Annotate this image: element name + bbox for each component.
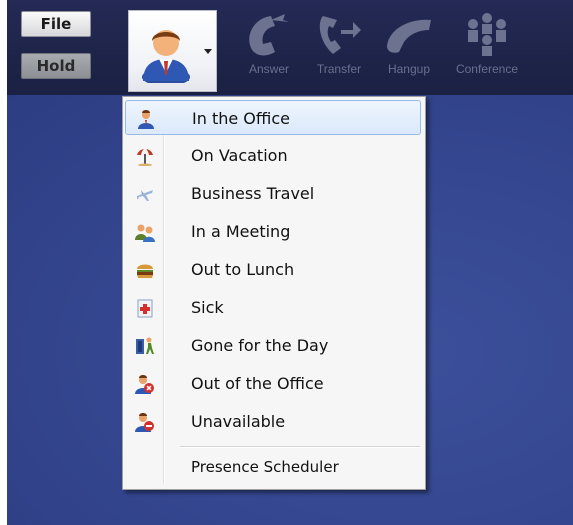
first-aid-icon <box>137 299 153 318</box>
presence-dropdown-menu: In the Office On Vacation Business Trave… <box>122 96 426 490</box>
menu-item-unavailable[interactable]: Unavailable <box>125 404 421 439</box>
menu-item-presence-scheduler[interactable]: Presence Scheduler <box>125 450 421 485</box>
menu-item-label: Out to Lunch <box>191 260 295 279</box>
phone-hangup-icon <box>387 19 431 53</box>
answer-label: Answer <box>248 62 289 76</box>
conference-icon <box>468 13 506 56</box>
presence-status-button[interactable] <box>128 10 217 92</box>
file-button[interactable]: File <box>21 11 91 37</box>
menu-item-out-of-the-office[interactable]: Out of the Office <box>125 366 421 401</box>
person-out-icon <box>135 375 154 394</box>
menu-item-on-vacation[interactable]: On Vacation <box>125 138 421 173</box>
beach-umbrella-icon <box>137 148 153 166</box>
menu-item-business-travel[interactable]: Business Travel <box>125 176 421 211</box>
airplane-icon <box>137 190 153 201</box>
transfer-label: Transfer <box>316 62 362 76</box>
user-icon <box>142 30 190 83</box>
menu-item-sick[interactable]: Sick <box>125 290 421 325</box>
phone-transfer-icon <box>319 16 361 54</box>
menu-item-label: In the Office <box>192 109 290 128</box>
answer-button[interactable]: Answer <box>239 8 299 88</box>
conference-button[interactable]: Conference <box>447 8 527 88</box>
menu-item-label: Business Travel <box>191 184 315 203</box>
hold-button[interactable]: Hold <box>21 53 91 79</box>
transfer-button[interactable]: Transfer <box>309 8 369 88</box>
walking-out-icon <box>136 337 154 354</box>
menu-item-out-to-lunch[interactable]: Out to Lunch <box>125 252 421 287</box>
menu-item-label: Sick <box>191 298 224 317</box>
menu-item-label: Gone for the Day <box>191 336 329 355</box>
burger-icon <box>137 264 153 278</box>
person-in-office-icon <box>138 110 154 129</box>
conference-label: Conference <box>455 62 519 76</box>
menu-item-in-a-meeting[interactable]: In a Meeting <box>125 214 421 249</box>
menu-item-label: In a Meeting <box>191 222 291 241</box>
menu-item-gone-for-the-day[interactable]: Gone for the Day <box>125 328 421 363</box>
menu-item-label: Out of the Office <box>191 374 324 393</box>
phone-answer-icon <box>249 14 289 56</box>
menu-item-label: On Vacation <box>191 146 288 165</box>
menu-item-label: Unavailable <box>191 412 286 431</box>
menu-separator <box>180 446 420 448</box>
toolbar: File Hold Answer Transfer Hangup Confere… <box>7 0 573 96</box>
menu-item-in-the-office[interactable]: In the Office <box>125 100 421 135</box>
meeting-people-icon <box>135 224 155 242</box>
hangup-label: Hangup <box>387 62 431 76</box>
chevron-down-icon <box>204 49 212 54</box>
menu-item-label: Presence Scheduler <box>191 458 339 476</box>
person-unavailable-icon <box>135 413 154 432</box>
hangup-button[interactable]: Hangup <box>379 8 439 88</box>
